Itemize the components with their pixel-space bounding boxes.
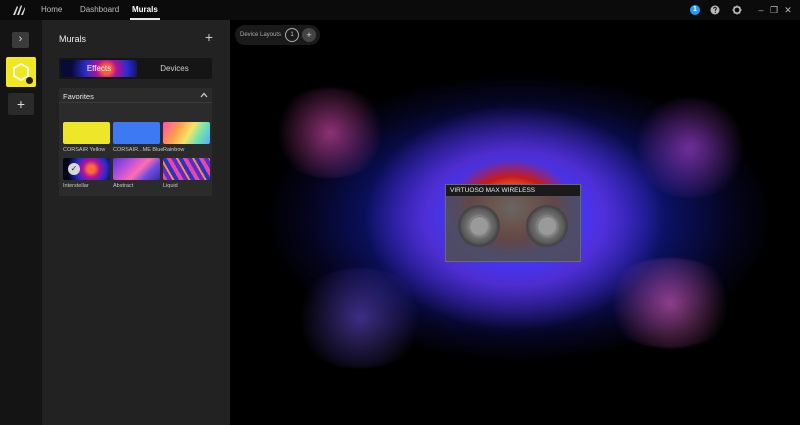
glow xyxy=(630,98,750,198)
title-bar: Home Dashboard Murals 1 – ❐ ✕ xyxy=(0,0,800,20)
tab-effects-label: Effects xyxy=(86,64,112,73)
device-name: VIRTUOSO MAX WIRELESS xyxy=(446,185,580,196)
nav-dashboard[interactable]: Dashboard xyxy=(80,0,119,20)
mural-rail: › + xyxy=(0,20,42,425)
gear-icon[interactable] xyxy=(26,77,33,84)
headset-right-cup xyxy=(526,205,568,247)
mural-canvas-area: Device Layouts 1 + VIRTUOSO MAX WIRELESS xyxy=(230,20,800,425)
favorite-swatch-interstellar[interactable]: ✓ xyxy=(63,158,110,180)
tab-effects[interactable]: Effects xyxy=(61,60,137,77)
expand-panel-button[interactable]: › xyxy=(12,32,29,48)
settings-icon[interactable] xyxy=(732,5,742,15)
restore-icon[interactable]: ❐ xyxy=(769,4,779,16)
favorites-title: Favorites xyxy=(63,92,94,101)
favorite-swatch-corsair-blue[interactable] xyxy=(113,122,160,144)
panel-title: Murals xyxy=(59,34,87,44)
favorite-label: CORSAIR...ME Blue xyxy=(113,147,163,153)
favorite-swatch-liquid[interactable] xyxy=(163,158,210,180)
favorite-swatch-corsair-yellow[interactable] xyxy=(63,122,110,144)
chevron-right-icon: › xyxy=(18,33,23,45)
effect-preview: VIRTUOSO MAX WIRELESS xyxy=(230,68,800,390)
favorite-label: Liquid xyxy=(163,183,178,189)
glow xyxy=(600,258,740,348)
favorite-label: Abstract xyxy=(113,183,134,189)
layout-1-button[interactable]: 1 xyxy=(285,28,299,42)
add-button[interactable]: + xyxy=(202,30,216,44)
corsair-logo-icon xyxy=(13,5,25,15)
device-layouts-label: Device Layouts xyxy=(240,32,282,38)
murals-panel: Murals + Effects Devices Favorites CORSA… xyxy=(42,20,230,425)
favorite-swatch-rainbow[interactable] xyxy=(163,122,210,144)
mural-tile-selected[interactable] xyxy=(6,57,36,87)
notification-icon[interactable]: 1 xyxy=(690,5,700,15)
help-icon[interactable] xyxy=(710,5,720,15)
check-icon: ✓ xyxy=(68,163,80,175)
minimize-icon[interactable]: – xyxy=(756,4,766,16)
favorite-swatch-abstract[interactable] xyxy=(113,158,160,180)
add-mural-button[interactable]: + xyxy=(8,93,34,115)
tab-devices[interactable]: Devices xyxy=(139,60,210,77)
tab-bar: Effects Devices xyxy=(59,58,212,79)
chevron-up-icon[interactable] xyxy=(200,91,208,99)
divider xyxy=(59,102,212,103)
device-card[interactable]: VIRTUOSO MAX WIRELESS xyxy=(445,184,581,262)
favorite-label: Rainbow xyxy=(163,147,185,153)
favorite-label: CORSAIR Yellow xyxy=(63,147,106,153)
canvas-bottom xyxy=(230,390,800,425)
headset-left-cup xyxy=(458,205,500,247)
glow xyxy=(290,268,430,368)
glow xyxy=(270,88,390,178)
nav-murals[interactable]: Murals xyxy=(130,0,160,20)
close-icon[interactable]: ✕ xyxy=(783,4,793,16)
device-layouts-control: Device Layouts 1 + xyxy=(235,25,320,45)
add-layout-button[interactable]: + xyxy=(302,28,316,42)
favorite-label: Interstellar xyxy=(63,183,89,189)
nav-home[interactable]: Home xyxy=(41,0,62,20)
favorites-section: Favorites CORSAIR Yellow CORSAIR...ME Bl… xyxy=(59,88,212,196)
